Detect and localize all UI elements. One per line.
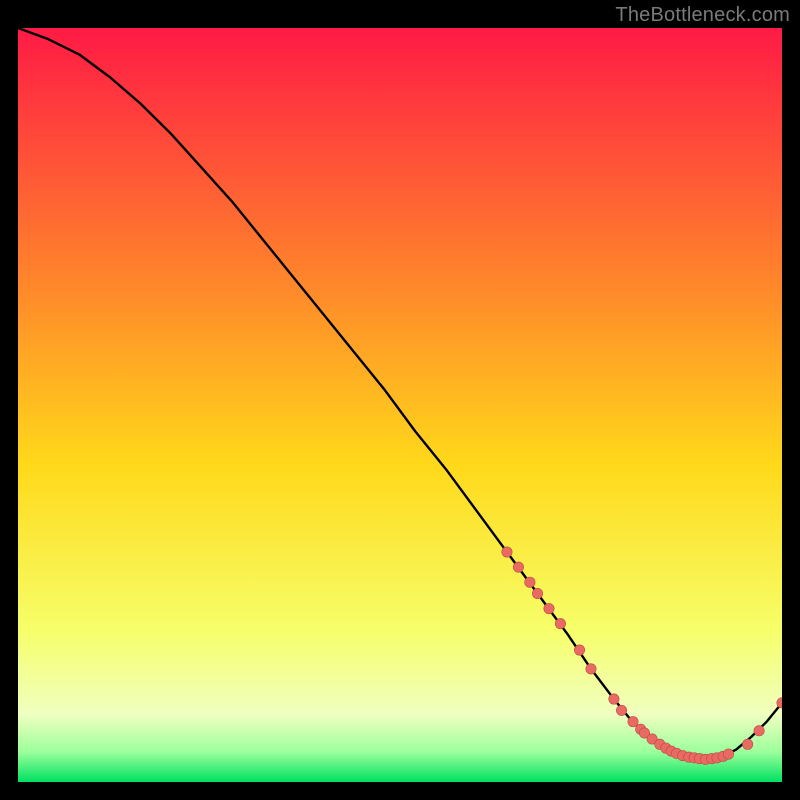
watermark-text: TheBottleneck.com bbox=[615, 4, 790, 27]
data-point bbox=[502, 547, 512, 557]
data-point bbox=[525, 577, 535, 587]
data-point bbox=[742, 739, 752, 749]
plot-area bbox=[18, 28, 782, 782]
data-point bbox=[574, 645, 584, 655]
bottleneck-chart bbox=[18, 28, 782, 782]
gradient-background bbox=[18, 28, 782, 782]
data-point bbox=[544, 603, 554, 613]
data-point bbox=[628, 716, 638, 726]
data-point bbox=[586, 664, 596, 674]
data-point bbox=[513, 562, 523, 572]
data-point bbox=[616, 705, 626, 715]
data-point bbox=[609, 694, 619, 704]
data-point bbox=[723, 749, 733, 759]
data-point bbox=[555, 618, 565, 628]
data-point bbox=[532, 588, 542, 598]
chart-stage: TheBottleneck.com bbox=[0, 0, 800, 800]
data-point bbox=[754, 726, 764, 736]
